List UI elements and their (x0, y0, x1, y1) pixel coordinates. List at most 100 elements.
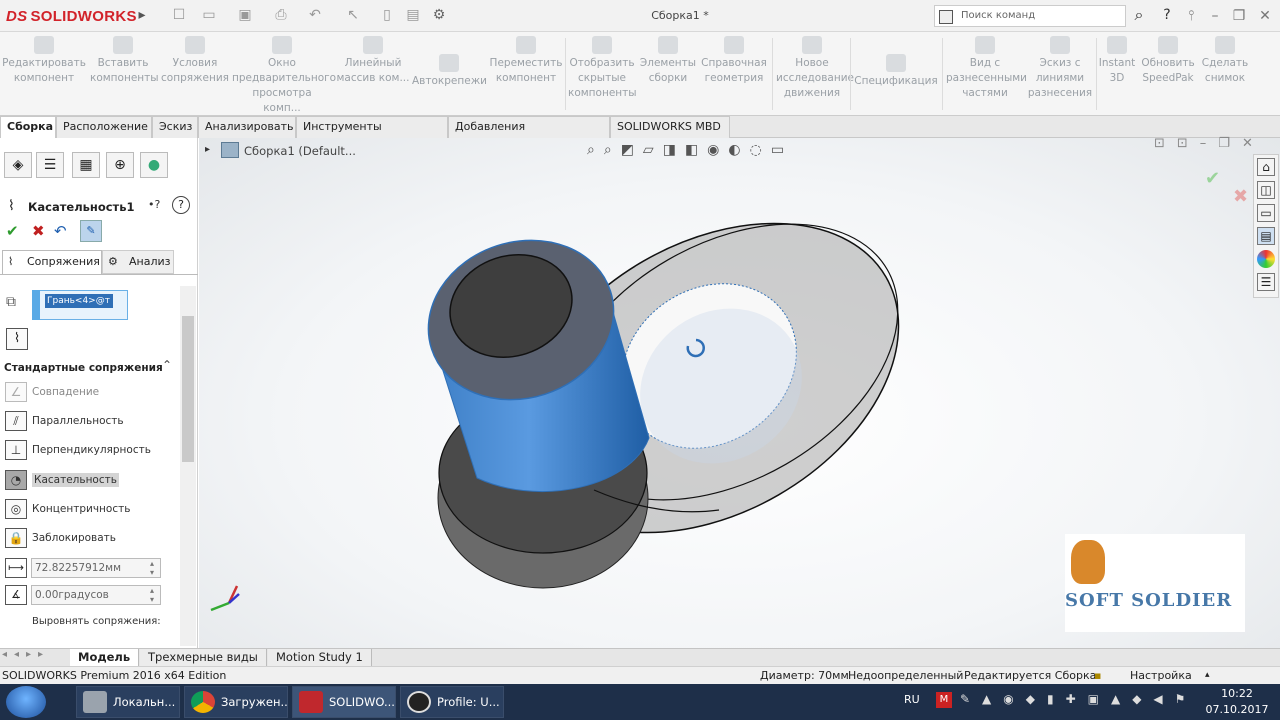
taskbar-chrome[interactable]: Загружен... (184, 686, 288, 718)
tab-evaluate[interactable]: Анализировать (198, 116, 296, 138)
collapse-chevron-icon[interactable]: ⌃ (162, 358, 172, 372)
paperclip-icon: ⌇ (8, 255, 14, 268)
explode-line-sketch-button[interactable]: Эскиз с линиями разнесения (1026, 36, 1094, 101)
mates-subtab[interactable]: ⌇ Сопряжения (2, 250, 102, 274)
print-icon[interactable]: ⎙ (272, 6, 290, 24)
save-icon[interactable]: ▣ (236, 6, 254, 24)
instant-3d-button[interactable]: Instant 3D (1097, 36, 1137, 86)
mate-parallel[interactable]: ⫽ Параллельность (4, 409, 124, 433)
assembly-features-button[interactable]: Элементы сборки (638, 36, 698, 86)
dimxpert-manager-tab-icon[interactable]: ⊕ (106, 152, 134, 178)
undo-mate-icon[interactable]: ↶ (54, 222, 67, 240)
reference-geometry-button[interactable]: Справочная геометрия (700, 36, 768, 86)
solidworks-logo[interactable]: DS SOLIDWORKS (6, 8, 137, 25)
selected-face-item[interactable]: Грань<4>@т (45, 294, 113, 308)
panel-scrollbar-thumb[interactable] (182, 316, 194, 462)
distance-icon: ⟼ (5, 558, 27, 578)
settings-dropdown-icon[interactable]: ▴ (1205, 667, 1210, 684)
analysis-gear-icon: ⚙ (108, 255, 118, 268)
search-icon[interactable]: ⌕ (1130, 6, 1148, 24)
tray-app-icon[interactable]: M (936, 692, 952, 708)
linear-component-pattern-button[interactable]: Линейный массив ком... (336, 36, 410, 86)
display-manager-tab-icon[interactable]: ● (140, 152, 168, 178)
cancel-x-icon[interactable]: ✖ (32, 222, 45, 240)
triad-axes-icon (210, 585, 240, 612)
selection-color-bar (32, 290, 40, 320)
take-snapshot-button[interactable]: Сделать снимок (1200, 36, 1250, 86)
tab-solidworks-mbd[interactable]: SOLIDWORKS MBD (610, 116, 730, 138)
mate-concentric[interactable]: ◎ Концентричность (4, 497, 130, 521)
tab-sketch[interactable]: Эскиз (152, 116, 198, 138)
taskbar-solidworks[interactable]: SOLIDWO... (292, 686, 396, 718)
insert-components-button[interactable]: Вставить компоненты (90, 36, 159, 86)
minimize-button[interactable]: – (1204, 6, 1226, 26)
rebuild-status-icon[interactable]: ▪ (1094, 667, 1101, 684)
tab-solidworks-addins[interactable]: Добавления SOLIDWORKS (448, 116, 610, 153)
taskbar-explorer[interactable]: Локальн... (76, 686, 180, 718)
mate-lock[interactable]: 🔒 Заблокировать (4, 526, 116, 550)
graphics-viewport[interactable]: ▸ Сборка1 (Default... ⌕⌕◩▱◨◧◉◐◌▭ ⊡⊡–❐✕ ✔… (199, 136, 1280, 648)
tab-3d-views[interactable]: Трехмерные виды (140, 649, 267, 666)
tab-render-tools[interactable]: Инструменты отрисовки (296, 116, 448, 153)
move-component-button[interactable]: Переместить компонент (488, 36, 564, 86)
edit-component-button[interactable]: Редактировать компонент (2, 36, 86, 86)
property-manager-panel: ◈ ☰ ▦ ⊕ ● ⌇ Касательность1 •? ? ✔ ✖ ↶ ✎ … (0, 138, 198, 648)
file-properties-icon[interactable]: ▤ (404, 6, 422, 24)
component-preview-window-button[interactable]: Окно предварительного просмотра комп... (232, 36, 336, 116)
bill-of-materials-button[interactable]: Спецификация (854, 54, 938, 89)
close-button[interactable]: ✕ (1254, 6, 1276, 26)
units-settings[interactable]: Настройка (1130, 667, 1192, 684)
smart-fasteners-button[interactable]: Автокрепежи (412, 54, 487, 89)
help-question-icon[interactable]: •? (148, 198, 160, 211)
language-indicator[interactable]: RU (904, 693, 920, 706)
tab-motion-study[interactable]: Motion Study 1 (268, 649, 372, 666)
lock-icon: 🔒 (5, 528, 27, 548)
taskbar-obs[interactable]: Profile: U... (400, 686, 504, 718)
tab-model[interactable]: Модель (70, 649, 140, 666)
restore-button[interactable]: ❐ (1228, 6, 1250, 26)
ok-check-icon[interactable]: ✔ (6, 222, 19, 240)
analysis-subtab[interactable]: ⚙ Анализ (102, 250, 174, 274)
expand-menu-icon[interactable]: ▸ (133, 6, 151, 24)
search-commands-input[interactable]: Поиск команд (934, 5, 1126, 27)
mate-tangent[interactable]: ◔ Касательность (4, 468, 119, 492)
mate-selection-list[interactable]: Грань<4>@т (32, 290, 128, 320)
select-icon[interactable]: ↖ (344, 6, 362, 24)
configuration-manager-tab-icon[interactable]: ▦ (72, 152, 100, 178)
mate-perpendicular[interactable]: ⊥ Перпендикулярность (4, 438, 151, 462)
system-tray-icons[interactable]: ✎▲◉◆▮✚▣▲◆◀⚑ (960, 692, 1197, 706)
mate-coincident[interactable]: ∠ Совпадение (4, 380, 99, 404)
show-hidden-components-button[interactable]: Отобразить скрытые компоненты (568, 36, 637, 101)
feature-manager-tab-icon[interactable]: ◈ (4, 152, 32, 178)
command-manager-ribbon: Редактировать компонент Вставить компоне… (0, 32, 1280, 116)
undo-icon[interactable]: ↶ (306, 6, 324, 24)
tab-layout[interactable]: Расположение (56, 116, 152, 138)
options-gear-icon[interactable]: ⚙ (430, 6, 448, 24)
help-icon[interactable]: ? (1158, 6, 1176, 24)
standard-mates-section-title[interactable]: Стандартные сопряжения (4, 362, 163, 374)
open-folder-icon[interactable]: ▭ (200, 6, 218, 24)
exploded-view-button[interactable]: Вид с разнесенными частями (946, 36, 1027, 101)
tab-scroll-arrows[interactable]: ◂◂▸▸ (2, 649, 50, 660)
rebuild-icon[interactable]: ▯ (378, 6, 396, 24)
mate-pin-icon[interactable]: ⌇ (6, 328, 28, 350)
angle-input[interactable]: 0.00градусов (31, 585, 161, 605)
align-mates-label: Выровнять сопряжения: (32, 616, 161, 627)
new-document-icon[interactable]: ☐ (170, 6, 188, 24)
coincident-icon: ∠ (5, 382, 27, 402)
distance-input[interactable]: 72.82257912мм (31, 558, 161, 578)
pin-icon[interactable]: ⫯ (1180, 6, 1202, 26)
help-circle-icon[interactable]: ? (172, 196, 190, 214)
drive-icon (83, 691, 107, 713)
windows-taskbar: Локальн... Загружен... SOLIDWO... Profil… (0, 684, 1280, 720)
clock-date[interactable]: 07.10.2017 (1200, 703, 1274, 716)
perpendicular-icon: ⊥ (5, 440, 27, 460)
pin-push-icon[interactable]: ✎ (80, 220, 102, 242)
update-speedpak-button[interactable]: Обновить SpeedPak (1138, 36, 1198, 86)
clock-time[interactable]: 10:22 (1206, 687, 1268, 700)
property-manager-tab-icon[interactable]: ☰ (36, 152, 64, 178)
new-motion-study-button[interactable]: Новое исследование движения (776, 36, 854, 101)
start-button-icon[interactable] (6, 686, 46, 718)
mate-button[interactable]: Условия сопряжения (160, 36, 230, 86)
tab-assembly[interactable]: Сборка (0, 116, 56, 138)
